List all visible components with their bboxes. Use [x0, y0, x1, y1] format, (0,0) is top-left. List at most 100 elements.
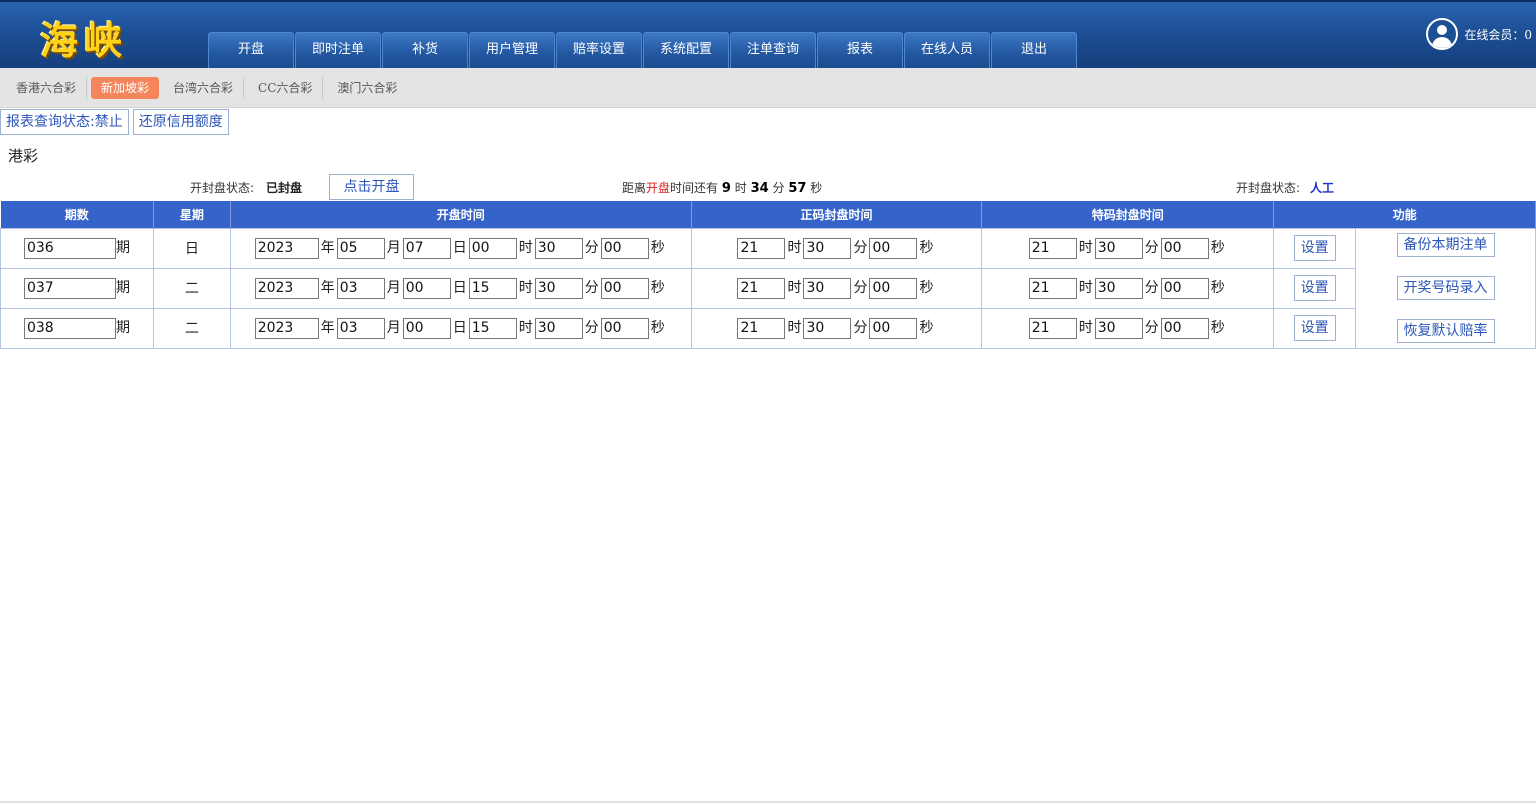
period-input[interactable]: [23, 277, 116, 299]
table-row: 期 二 年 月 日 时 分 秒 时 分 秒 时 分 秒 设置: [0, 267, 1536, 309]
hour-unit: 时: [787, 240, 802, 257]
special-second-input[interactable]: [1160, 317, 1209, 339]
header-weekday: 星期: [153, 201, 231, 228]
day-input[interactable]: [402, 237, 451, 259]
period-unit: 期: [115, 240, 130, 257]
month-unit: 月: [386, 240, 401, 257]
tab-singapore[interactable]: 新加坡彩: [91, 76, 160, 99]
regular-second-input[interactable]: [869, 277, 918, 299]
nav-logout[interactable]: 退出: [991, 32, 1077, 68]
minute-input[interactable]: [534, 237, 583, 259]
year-input[interactable]: [254, 237, 319, 259]
regular-second-input[interactable]: [869, 237, 918, 259]
nav-live-bets[interactable]: 即时注单: [295, 32, 381, 68]
countdown-minutes: 34: [750, 181, 769, 196]
schedule-table: 期数 星期 开盘时间 正码封盘时间 特码封盘时间 功能 期 日 年月日时分秒 时…: [0, 201, 1536, 349]
special-minute-input[interactable]: [1094, 237, 1143, 259]
regular-second-input[interactable]: [869, 317, 918, 339]
minute-input[interactable]: [534, 317, 583, 339]
nav-online-users[interactable]: 在线人员: [904, 32, 990, 68]
open-time-cell: 年月日时分秒: [229, 267, 692, 309]
regular-minute-input[interactable]: [803, 317, 852, 339]
set-button[interactable]: 设置: [1293, 275, 1336, 301]
open-market-button[interactable]: 点击开盘: [329, 174, 414, 200]
logo: 海峡: [40, 18, 129, 63]
special-hour-input[interactable]: [1028, 277, 1077, 299]
nav-bet-query[interactable]: 注单查询: [730, 32, 816, 68]
nav-user-management[interactable]: 用户管理: [469, 32, 555, 68]
minute-unit: 分: [584, 320, 599, 337]
hour-input[interactable]: [468, 317, 517, 339]
month-input[interactable]: [336, 317, 385, 339]
backup-bets-button[interactable]: 备份本期注单: [1396, 232, 1495, 257]
day-input[interactable]: [402, 317, 451, 339]
special-hour-input[interactable]: [1028, 237, 1077, 259]
second-input[interactable]: [600, 317, 649, 339]
period-cell: 期: [0, 307, 154, 349]
year-unit: 年: [320, 320, 335, 337]
second-input[interactable]: [600, 237, 649, 259]
hour-input[interactable]: [468, 237, 517, 259]
second-unit: 秒: [650, 240, 665, 257]
lottery-tabs: 香港六合彩 新加坡彩 台湾六合彩 CC六合彩 澳门六合彩: [0, 68, 1536, 108]
period-input[interactable]: [23, 237, 116, 259]
tab-macau[interactable]: 澳门六合彩: [327, 77, 407, 99]
open-time-cell: 年月日时分秒: [229, 227, 692, 269]
regular-close-cell: 时分秒: [690, 267, 983, 309]
hour-unit: 时: [518, 320, 533, 337]
period-unit: 期: [115, 320, 130, 337]
special-close-cell: 时分秒: [981, 227, 1275, 269]
regular-hour-input[interactable]: [737, 277, 786, 299]
countdown-second-unit: 秒: [810, 181, 823, 195]
header-functions: 功能: [1273, 201, 1536, 228]
nav-replenish[interactable]: 补货: [382, 32, 468, 68]
enter-draw-numbers-button[interactable]: 开奖号码录入: [1396, 275, 1495, 300]
top-header: 海峡 开盘 即时注单 补货 用户管理 赔率设置 系统配置 注单查询 报表 在线人…: [0, 0, 1536, 68]
minute-input[interactable]: [534, 277, 583, 299]
year-unit: 年: [320, 280, 335, 297]
set-button[interactable]: 设置: [1293, 315, 1336, 341]
special-second-input[interactable]: [1160, 237, 1209, 259]
second-input[interactable]: [600, 277, 649, 299]
year-input[interactable]: [254, 317, 319, 339]
status-row: 开封盘状态: 已封盘 点击开盘 距离开盘时间还有 9 时 34 分 57 秒 开封…: [0, 174, 1536, 200]
period-cell: 期: [0, 227, 154, 269]
tab-cc[interactable]: CC六合彩: [248, 76, 324, 99]
special-close-cell: 时分秒: [981, 307, 1275, 349]
set-cell: 设置: [1273, 227, 1357, 269]
open-status-label: 开封盘状态:: [190, 181, 255, 195]
nav-system-config[interactable]: 系统配置: [643, 32, 729, 68]
set-cell: 设置: [1273, 307, 1357, 349]
nav-open[interactable]: 开盘: [208, 32, 294, 68]
regular-hour-input[interactable]: [737, 237, 786, 259]
nav-reports[interactable]: 报表: [817, 32, 903, 68]
special-second-input[interactable]: [1160, 277, 1209, 299]
tab-hongkong[interactable]: 香港六合彩: [6, 76, 88, 99]
report-status-button[interactable]: 报表查询状态:禁止: [0, 109, 129, 135]
set-button[interactable]: 设置: [1293, 235, 1336, 261]
month-input[interactable]: [336, 237, 385, 259]
open-status-value: 已封盘: [266, 181, 303, 195]
restore-default-odds-button[interactable]: 恢复默认赔率: [1396, 318, 1495, 343]
hour-input[interactable]: [468, 277, 517, 299]
footer-divider: [0, 801, 1536, 803]
special-minute-input[interactable]: [1094, 317, 1143, 339]
special-hour-input[interactable]: [1028, 317, 1077, 339]
regular-hour-input[interactable]: [737, 317, 786, 339]
day-unit: 日: [452, 320, 467, 337]
month-input[interactable]: [336, 277, 385, 299]
special-minute-input[interactable]: [1094, 277, 1143, 299]
year-input[interactable]: [254, 277, 319, 299]
mode-status: 开封盘状态: 人工: [1236, 179, 1334, 196]
nav-odds-settings[interactable]: 赔率设置: [556, 32, 642, 68]
functions-cell: 备份本期注单 开奖号码录入 恢复默认赔率: [1355, 227, 1536, 349]
period-input[interactable]: [23, 317, 116, 339]
regular-minute-input[interactable]: [803, 277, 852, 299]
restore-credit-button[interactable]: 还原信用额度: [132, 109, 229, 135]
regular-close-cell: 时分秒: [690, 227, 983, 269]
online-members-label: 在线会员：0: [1464, 27, 1532, 42]
hour-unit: 时: [518, 240, 533, 257]
regular-minute-input[interactable]: [803, 237, 852, 259]
tab-taiwan[interactable]: 台湾六合彩: [163, 76, 245, 99]
day-input[interactable]: [402, 277, 451, 299]
